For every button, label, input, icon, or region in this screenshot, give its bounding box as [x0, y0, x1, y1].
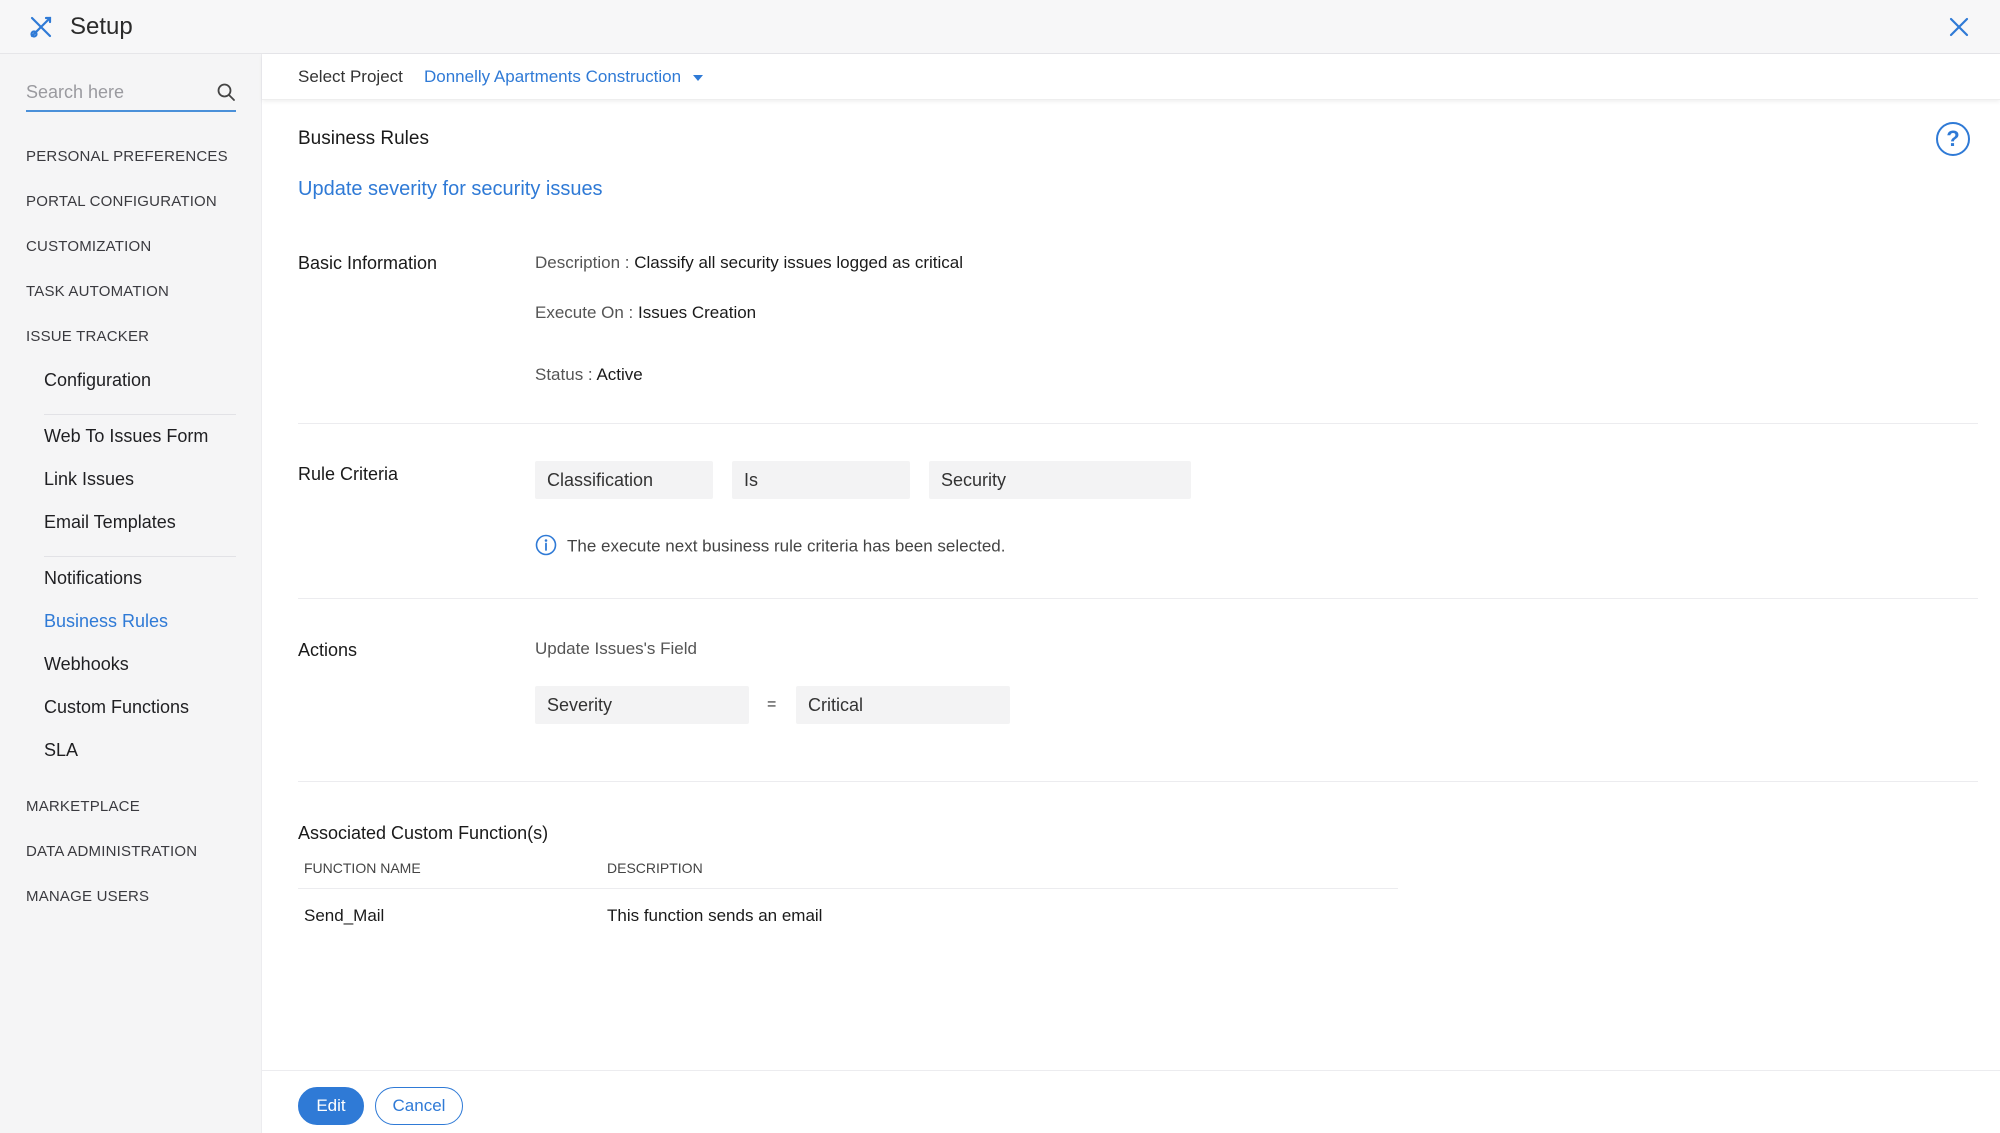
sidebar-section-personal-preferences[interactable]: PERSONAL PREFERENCES — [26, 148, 228, 165]
sidebar-section-task-automation[interactable]: TASK AUTOMATION — [26, 283, 169, 300]
basic-information-label: Basic Information — [298, 253, 438, 273]
info-icon — [535, 534, 557, 556]
sidebar-section-manage-users[interactable]: MANAGE USERS — [26, 888, 149, 905]
action-value: Critical — [796, 686, 1010, 724]
criteria-value: Security — [929, 461, 1191, 499]
sidebar-item-notifications[interactable]: Notifications — [44, 568, 142, 589]
section-divider — [298, 781, 1978, 782]
description-key: Description : — [535, 253, 630, 272]
table-header-divider — [298, 888, 1398, 889]
sidebar-divider — [44, 556, 236, 557]
edit-button[interactable]: Edit — [298, 1087, 364, 1125]
status-value: Active — [596, 365, 643, 384]
criteria-field: Classification — [535, 461, 713, 499]
custom-functions-title: Associated Custom Function(s) — [298, 823, 549, 843]
action-operator: = — [767, 696, 777, 713]
execute-on-key: Execute On : — [535, 303, 634, 322]
criteria-info-text: The execute next business rule criteria … — [567, 536, 1006, 556]
cancel-button[interactable]: Cancel — [375, 1087, 463, 1125]
footer: Edit Cancel — [262, 1070, 2000, 1133]
search-box — [26, 74, 236, 112]
actions-subtitle: Update Issues's Field — [535, 639, 697, 658]
column-header-function-name: FUNCTION NAME — [304, 860, 421, 876]
help-icon[interactable]: ? — [1936, 122, 1970, 156]
description-value: Classify all security issues logged as c… — [634, 253, 964, 272]
execute-on-row: Execute On : Issues Creation — [535, 303, 756, 323]
status-row: Status : Active — [535, 365, 643, 385]
sidebar-section-marketplace[interactable]: MARKETPLACE — [26, 798, 140, 815]
sidebar-item-webhooks[interactable]: Webhooks — [44, 654, 129, 675]
close-icon[interactable] — [1946, 14, 1972, 40]
sidebar: PERSONAL PREFERENCES PORTAL CONFIGURATIO… — [0, 54, 262, 1133]
actions-label: Actions — [298, 640, 358, 660]
page-title: Business Rules — [298, 128, 429, 149]
sidebar-item-business-rules[interactable]: Business Rules — [44, 611, 168, 632]
project-dropdown-value: Donnelly Apartments Construction — [424, 67, 682, 86]
function-name-cell: Send_Mail — [304, 906, 385, 925]
criteria-operator: Is — [732, 461, 910, 499]
sidebar-section-portal-configuration[interactable]: PORTAL CONFIGURATION — [26, 193, 217, 210]
app-title: Setup — [70, 13, 133, 40]
tools-icon — [30, 16, 52, 38]
execute-on-value: Issues Creation — [638, 303, 757, 322]
sidebar-item-configuration[interactable]: Configuration — [44, 370, 151, 391]
sidebar-item-email-templates[interactable]: Email Templates — [44, 512, 176, 533]
column-header-description: DESCRIPTION — [607, 860, 703, 876]
project-dropdown[interactable]: Donnelly Apartments Construction — [424, 67, 704, 87]
search-icon[interactable] — [216, 82, 236, 102]
criteria-info: The execute next business rule criteria … — [535, 534, 1006, 558]
select-project-label: Select Project — [298, 67, 403, 86]
sidebar-section-data-administration[interactable]: DATA ADMINISTRATION — [26, 843, 197, 860]
description-row: Description : Classify all security issu… — [535, 253, 963, 273]
sidebar-item-link-issues[interactable]: Link Issues — [44, 469, 134, 490]
top-header: Setup — [0, 0, 2000, 54]
chevron-down-icon — [693, 74, 704, 81]
search-input[interactable] — [26, 74, 206, 110]
sidebar-divider — [44, 414, 236, 415]
rule-criteria-label: Rule Criteria — [298, 464, 399, 484]
action-field: Severity — [535, 686, 749, 724]
status-key: Status : — [535, 365, 593, 384]
function-description-cell: This function sends an email — [607, 906, 823, 925]
project-bar: Select Project Donnelly Apartments Const… — [262, 54, 2000, 100]
sidebar-section-customization[interactable]: CUSTOMIZATION — [26, 238, 151, 255]
main-content: Business Rules ? Update severity for sec… — [262, 100, 2000, 1070]
sidebar-item-sla[interactable]: SLA — [44, 740, 78, 761]
sidebar-item-web-to-issues-form[interactable]: Web To Issues Form — [44, 426, 208, 447]
section-divider — [298, 598, 1978, 599]
rule-name: Update severity for security issues — [298, 178, 603, 200]
sidebar-item-custom-functions[interactable]: Custom Functions — [44, 697, 189, 718]
section-divider — [298, 423, 1978, 424]
sidebar-section-issue-tracker[interactable]: ISSUE TRACKER — [26, 328, 149, 345]
